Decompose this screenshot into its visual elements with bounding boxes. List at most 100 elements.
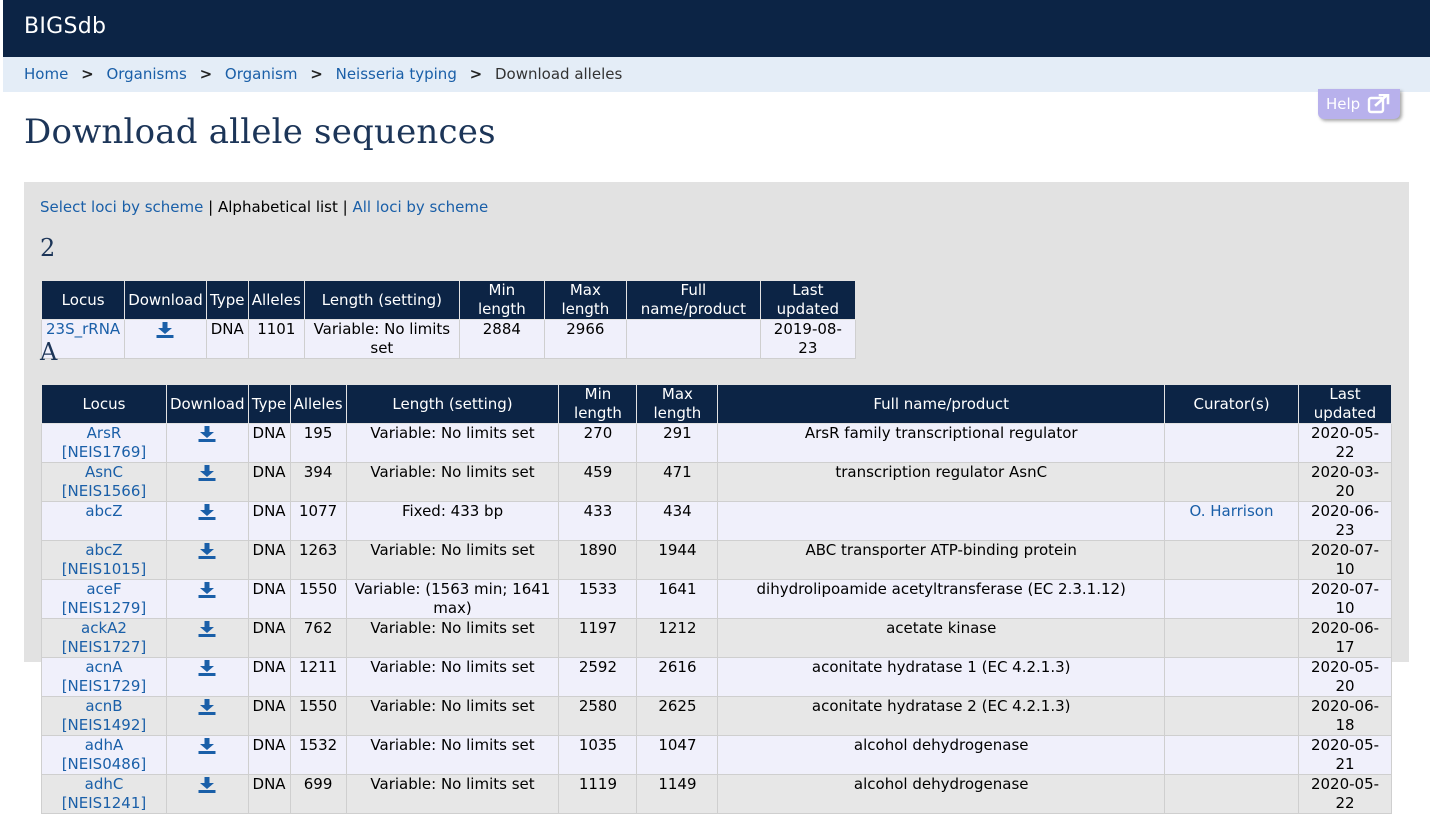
locus-link[interactable]: adhA [NEIS0486] xyxy=(62,736,147,773)
length-setting-cell: Fixed: 433 bp xyxy=(345,501,560,541)
locus-link[interactable]: acnB [NEIS1492] xyxy=(62,697,147,734)
length-setting-cell: Variable: No limits set xyxy=(345,735,560,775)
last-updated-cell: 2020-06-17 xyxy=(1297,618,1393,658)
max-length-cell: 291 xyxy=(636,423,719,463)
all-loci-by-scheme-link[interactable]: All loci by scheme xyxy=(352,198,488,216)
download-icon[interactable] xyxy=(171,504,244,520)
max-length-cell: 1944 xyxy=(636,540,719,580)
breadcrumb-neisseria-typing[interactable]: Neisseria typing xyxy=(336,65,457,83)
section-heading-a: A xyxy=(40,338,58,366)
curator-cell xyxy=(1164,462,1299,502)
col-length-setting[interactable]: Length (setting) xyxy=(303,280,460,320)
table-row: adhC [NEIS1241] DNA 699 Variable: No limits… xyxy=(41,774,1393,814)
col-alleles[interactable]: Alleles xyxy=(247,280,305,320)
locus-link[interactable]: abcZ [NEIS1015] xyxy=(62,541,147,578)
locus-link[interactable]: ArsR [NEIS1769] xyxy=(62,424,147,461)
last-updated-cell: 2020-06-23 xyxy=(1297,501,1393,541)
max-length-cell: 2616 xyxy=(636,657,719,697)
external-link-icon xyxy=(1367,93,1391,124)
download-cell xyxy=(165,462,249,502)
curator-cell xyxy=(1164,696,1299,736)
breadcrumb-organisms[interactable]: Organisms xyxy=(106,65,186,83)
col-min-length[interactable]: Min length xyxy=(558,384,638,424)
table-row: abcZ [NEIS1015] DNA 1263 Variable: No limit… xyxy=(41,540,1393,580)
col-download[interactable]: Download xyxy=(165,384,249,424)
alleles-cell: 1263 xyxy=(289,540,347,580)
download-icon[interactable] xyxy=(171,621,244,637)
site-brand[interactable]: BIGSdb xyxy=(24,14,106,39)
tab-divider: | xyxy=(208,198,214,216)
min-length-cell: 1533 xyxy=(558,579,638,619)
col-alleles[interactable]: Alleles xyxy=(289,384,347,424)
length-setting-cell: Variable: No limits set xyxy=(345,774,560,814)
col-full-name[interactable]: Full name/product xyxy=(717,384,1166,424)
locus-cell: aceF [NEIS1279] xyxy=(41,579,167,619)
table-row: ArsR [NEIS1769] DNA 195 Variable: No limits… xyxy=(41,423,1393,463)
table-row: 23S_rRNA DNA 1101 Variable: No limits set 28… xyxy=(40,319,856,359)
col-locus[interactable]: Locus xyxy=(41,384,167,424)
type-cell: DNA xyxy=(247,696,291,736)
col-max-length[interactable]: Max length xyxy=(543,280,627,320)
min-length-cell: 2592 xyxy=(558,657,638,697)
locus-link[interactable]: acnA [NEIS1729] xyxy=(62,658,147,695)
curator-link[interactable]: O. Harrison xyxy=(1190,502,1274,520)
locus-link[interactable]: 23S_rRNA xyxy=(46,320,120,338)
locus-cell: adhA [NEIS0486] xyxy=(41,735,167,775)
type-cell: DNA xyxy=(247,540,291,580)
length-setting-cell: Variable: No limits set xyxy=(345,462,560,502)
length-setting-cell: Variable: No limits set xyxy=(345,657,560,697)
col-type[interactable]: Type xyxy=(205,280,249,320)
locus-cell: acnA [NEIS1729] xyxy=(41,657,167,697)
max-length-cell: 471 xyxy=(636,462,719,502)
locus-link[interactable]: aceF [NEIS1279] xyxy=(62,580,147,617)
max-length-cell: 1149 xyxy=(636,774,719,814)
col-full-name[interactable]: Full name/product xyxy=(625,280,761,320)
download-icon[interactable] xyxy=(171,777,244,793)
last-updated-cell: 2019-08-23 xyxy=(759,319,856,359)
download-cell xyxy=(165,423,249,463)
table-row: ackA2 [NEIS1727] DNA 762 Variable: No limit… xyxy=(41,618,1393,658)
locus-link[interactable]: adhC [NEIS1241] xyxy=(62,775,147,812)
download-icon[interactable] xyxy=(171,543,244,559)
col-last-updated[interactable]: Last updated xyxy=(1297,384,1393,424)
help-button[interactable]: Help xyxy=(1318,89,1400,119)
locus-link[interactable]: AsnC [NEIS1566] xyxy=(62,463,147,500)
alleles-cell: 699 xyxy=(289,774,347,814)
download-icon[interactable] xyxy=(171,582,244,598)
type-cell: DNA xyxy=(247,735,291,775)
locus-cell: acnB [NEIS1492] xyxy=(41,696,167,736)
locus-cell: ArsR [NEIS1769] xyxy=(41,423,167,463)
col-curators[interactable]: Curator(s) xyxy=(1164,384,1299,424)
loci-table-a: Locus Download Type Alleles Length (sett… xyxy=(41,384,1393,814)
col-last-updated[interactable]: Last updated xyxy=(759,280,856,320)
download-cell xyxy=(165,735,249,775)
download-cell xyxy=(165,501,249,541)
col-locus[interactable]: Locus xyxy=(40,280,126,320)
download-icon[interactable] xyxy=(171,699,244,715)
full-name-cell: alcohol dehydrogenase xyxy=(717,735,1166,775)
min-length-cell: 1035 xyxy=(558,735,638,775)
col-download[interactable]: Download xyxy=(124,280,207,320)
alleles-cell: 394 xyxy=(289,462,347,502)
select-loci-by-scheme-link[interactable]: Select loci by scheme xyxy=(40,198,203,216)
length-setting-cell: Variable: No limits set xyxy=(345,423,560,463)
download-icon[interactable] xyxy=(129,322,202,338)
full-name-cell: ArsR family transcriptional regulator xyxy=(717,423,1166,463)
min-length-cell: 433 xyxy=(558,501,638,541)
col-type[interactable]: Type xyxy=(247,384,291,424)
col-max-length[interactable]: Max length xyxy=(636,384,719,424)
breadcrumb-organism[interactable]: Organism xyxy=(225,65,298,83)
max-length-cell: 1212 xyxy=(636,618,719,658)
download-icon[interactable] xyxy=(171,465,244,481)
col-min-length[interactable]: Min length xyxy=(458,280,545,320)
download-icon[interactable] xyxy=(171,660,244,676)
download-cell xyxy=(124,319,207,359)
locus-link[interactable]: abcZ xyxy=(85,502,122,520)
download-icon[interactable] xyxy=(171,738,244,754)
download-icon[interactable] xyxy=(171,426,244,442)
alleles-cell: 1077 xyxy=(289,501,347,541)
breadcrumb-home[interactable]: Home xyxy=(24,65,68,83)
type-cell: DNA xyxy=(247,657,291,697)
locus-link[interactable]: ackA2 [NEIS1727] xyxy=(62,619,147,656)
col-length-setting[interactable]: Length (setting) xyxy=(345,384,560,424)
